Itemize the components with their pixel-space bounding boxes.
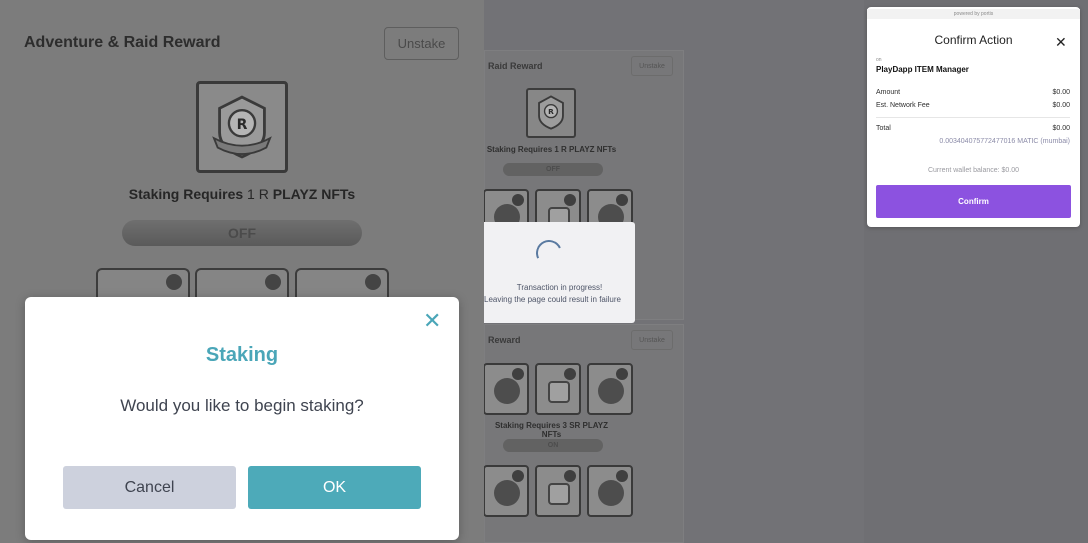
- staking-toggle[interactable]: OFF: [503, 163, 603, 176]
- cancel-button[interactable]: Cancel: [63, 466, 236, 509]
- reward-card: Reward Unstake Staking Requires 3 SR PLA…: [484, 324, 684, 543]
- r-grade-badge-icon: R: [526, 88, 576, 138]
- lock-icon: [166, 274, 182, 290]
- on-label: on: [876, 57, 882, 63]
- dapp-name: PlayDapp ITEM Manager: [876, 65, 969, 74]
- r-grade-badge-icon: R: [196, 81, 288, 173]
- nft-character-icon: [598, 480, 624, 506]
- staking-modal: ✕ Staking Would you like to begin stakin…: [25, 297, 459, 540]
- wallet-balance: Current wallet balance: $0.00: [927, 167, 1020, 174]
- amount-value: $0.00: [1052, 89, 1070, 96]
- lock-icon: [512, 368, 524, 380]
- close-icon[interactable]: ✕: [1055, 34, 1067, 51]
- progress-warning: Leaving the page could result in failure…: [484, 295, 621, 304]
- divider: [876, 117, 1070, 118]
- total-value: $0.00: [1052, 125, 1070, 132]
- staking-toggle[interactable]: ON: [503, 439, 603, 452]
- nft-character-icon: [598, 378, 624, 404]
- lock-icon: [616, 194, 628, 206]
- confirm-action-popup: powered by portis Confirm Action ✕ on Pl…: [867, 7, 1080, 227]
- nft-slot[interactable]: [587, 363, 633, 415]
- nft-character-icon: [494, 378, 520, 404]
- nft-character-icon: [548, 483, 570, 505]
- nft-slot[interactable]: [484, 363, 529, 415]
- transaction-progress-dialog: Transaction in progress! Leaving the pag…: [484, 222, 635, 323]
- nft-slot[interactable]: [535, 363, 581, 415]
- lock-icon: [564, 470, 576, 482]
- loading-spinner-icon: [532, 236, 566, 270]
- lock-icon: [564, 368, 576, 380]
- nft-character-icon: [548, 381, 570, 403]
- nft-character-icon: [494, 480, 520, 506]
- modal-title: Staking: [205, 344, 279, 366]
- lock-icon: [512, 194, 524, 206]
- panel-title: Adventure & Raid Reward: [24, 34, 221, 51]
- unstake-button[interactable]: Unstake: [631, 56, 673, 76]
- lock-icon: [564, 194, 576, 206]
- nft-slot[interactable]: [587, 465, 633, 517]
- amount-label: Amount: [876, 89, 901, 96]
- ok-button[interactable]: OK: [248, 466, 421, 509]
- unstake-button[interactable]: Unstake: [384, 27, 459, 60]
- lock-icon: [365, 274, 381, 290]
- nft-slot[interactable]: [484, 465, 529, 517]
- matic-amount: 0.003404075772477016 MATIC (mumbai): [939, 138, 1070, 145]
- staking-requirement: Staking Requires 1 R PLAYZ NFTs: [486, 145, 617, 154]
- network-fee-row: Est. Network Fee $0.00: [876, 102, 1070, 109]
- powered-by-label: powered by portis: [867, 9, 1080, 19]
- card-title: Raid Reward: [488, 61, 543, 71]
- lock-icon: [265, 274, 281, 290]
- lock-icon: [616, 470, 628, 482]
- staking-requirement: Staking Requires 1 R PLAYZ NFTs: [128, 186, 356, 202]
- progress-message: Transaction in progress!: [516, 283, 603, 292]
- network-fee-label: Est. Network Fee: [876, 102, 930, 109]
- close-icon[interactable]: ✕: [423, 310, 441, 332]
- total-label: Total: [876, 125, 891, 132]
- lock-icon: [616, 368, 628, 380]
- svg-text:R: R: [548, 107, 554, 116]
- modal-message: Would you like to begin staking?: [120, 396, 364, 415]
- staking-requirement: Staking Requires 3 SR PLAYZ NFTs: [494, 421, 609, 439]
- card-title: Reward: [488, 335, 521, 345]
- network-fee-value: $0.00: [1052, 102, 1070, 109]
- svg-text:R: R: [237, 117, 248, 133]
- lock-icon: [512, 470, 524, 482]
- staking-toggle[interactable]: OFF: [122, 220, 362, 246]
- popup-title: Confirm Action: [934, 33, 1013, 47]
- total-row: Total $0.00: [876, 125, 1070, 132]
- amount-row: Amount $0.00: [876, 89, 1070, 96]
- unstake-button[interactable]: Unstake: [631, 330, 673, 350]
- nft-slot[interactable]: [535, 465, 581, 517]
- confirm-button[interactable]: Confirm: [876, 185, 1071, 218]
